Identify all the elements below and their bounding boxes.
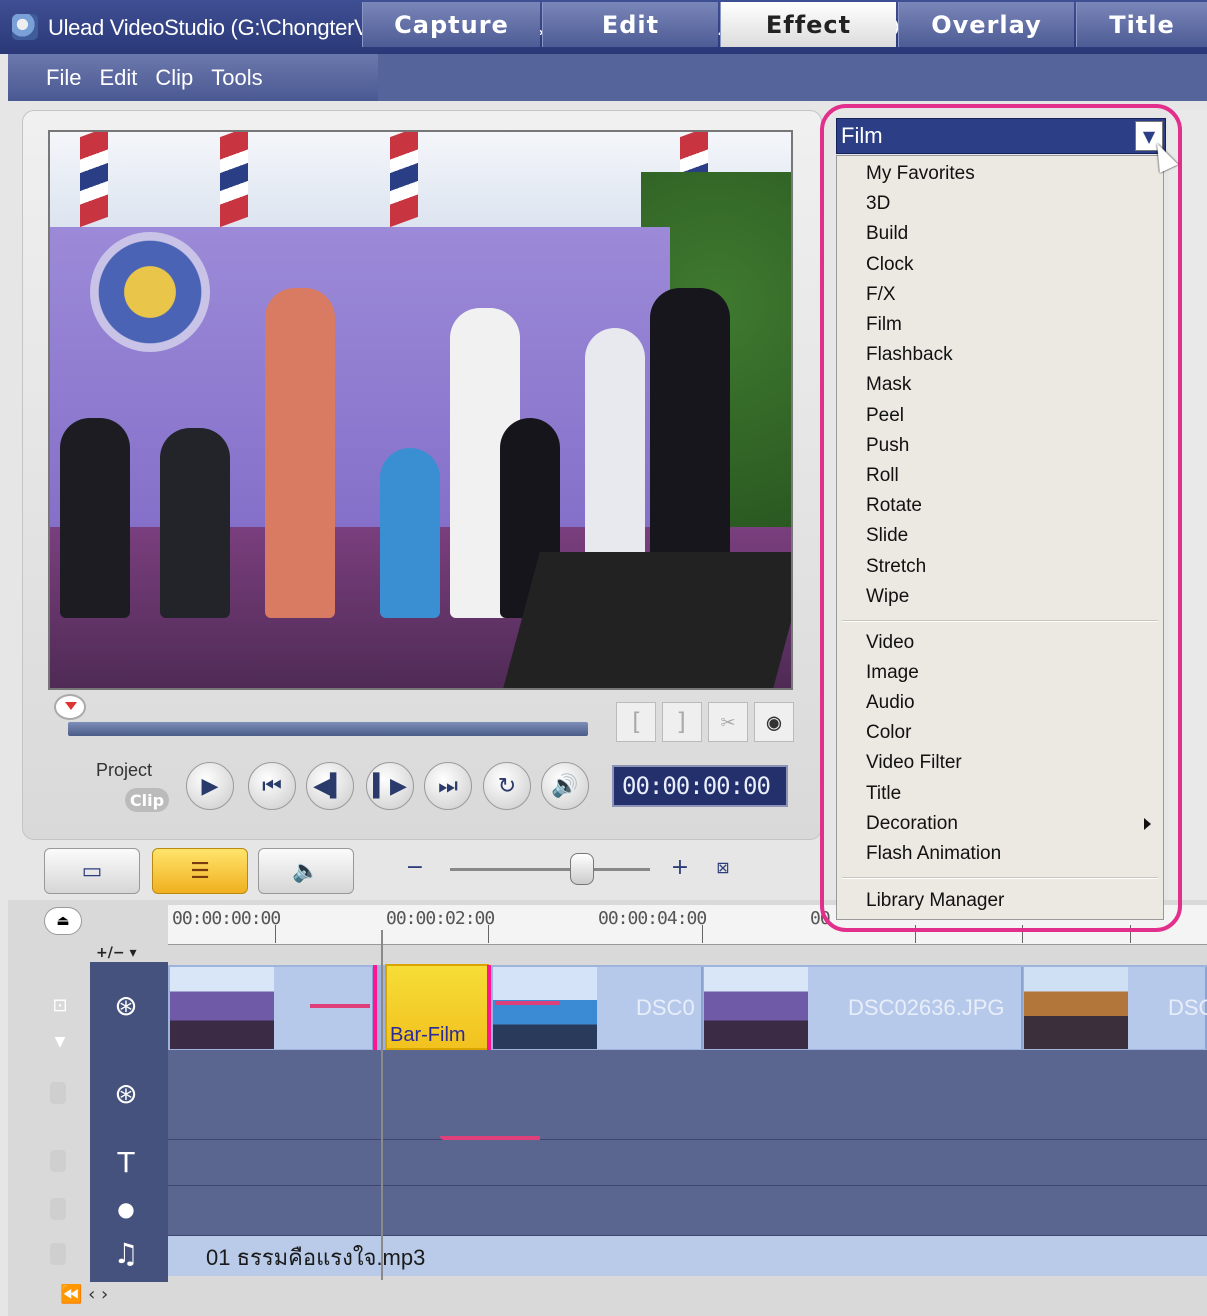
repeat-button[interactable]: ↻ [483,762,531,810]
storyboard-view-button[interactable]: ▭ [44,848,140,894]
person-figure [60,418,130,618]
emblem-graphic [90,232,210,352]
clip-thumbnail[interactable] [1024,967,1128,1049]
timecode-display[interactable]: 00:00:00:00 [612,765,788,807]
storyboard-icon: ▭ [81,858,103,884]
timeline-scroll-controls[interactable]: ⏪ ‹ › [60,1284,108,1305]
zoom-out-icon[interactable]: − [400,852,430,882]
end-icon: ⏭ [438,773,458,799]
lock-icon[interactable] [50,1150,66,1172]
zoom-slider-track[interactable] [450,868,650,871]
volume-button[interactable]: 🔊 [541,762,589,810]
ruler-tick [275,925,276,943]
menu-edit[interactable]: Edit [99,65,137,91]
flag-graphic [80,132,108,228]
clip-name: DSC0 [636,995,695,1020]
lock-icon[interactable] [50,1082,66,1104]
arrow-right-icon [495,1001,560,1005]
tab-effect[interactable]: Effect [720,2,896,47]
flag-graphic [220,132,248,228]
repeat-icon: ↻ [497,773,517,799]
tab-overlay[interactable]: Overlay [898,2,1074,47]
person-figure [160,428,230,618]
mode-project-label[interactable]: Project [96,760,152,781]
next-frame-button[interactable]: ▍▶ [366,762,414,810]
play-icon: ▶ [201,773,219,799]
ruler-label: 00:00:02:00 [386,908,495,929]
scrubber-bar[interactable] [68,722,588,736]
transition-label: Bar-Film [390,1024,466,1046]
highlight-annotation [820,104,1182,932]
tab-edit[interactable]: Edit [542,2,718,47]
menu-bar: File Edit Clip Tools [8,54,1207,101]
enlarge-preview-button[interactable]: ◉ [754,702,794,742]
tab-capture[interactable]: Capture [362,2,540,47]
clip-thumbnail[interactable] [170,967,274,1049]
title-track[interactable] [168,1140,1207,1186]
eject-button[interactable]: ⏏ [44,907,82,935]
ruler-tick [488,925,489,943]
ruler-label: 00:00:04:00 [598,908,707,929]
menu-clip[interactable]: Clip [155,65,193,91]
next-frame-icon: ▍▶ [373,773,407,799]
flag-graphic [390,132,418,228]
voice-track[interactable] [168,1186,1207,1236]
play-button[interactable]: ▶ [186,762,234,810]
preview-window [48,130,793,690]
menu-file[interactable]: File [46,65,81,91]
expand-track-icon[interactable]: ▼ [40,1022,80,1062]
track-manager-button[interactable]: +/− ▾ [96,945,136,961]
music-track-icon[interactable]: ♫ [104,1233,148,1273]
person-figure [265,288,335,618]
volume-icon: 🔊 [551,773,579,799]
transition-boundary-marker [487,965,491,1050]
lock-icon[interactable] [50,1198,66,1220]
audio-view-button[interactable]: 🔈 [258,848,354,894]
arrow-left-icon [310,1004,370,1008]
timeline-view-button[interactable]: ☰ [152,848,248,894]
playhead[interactable] [381,930,383,1280]
zoom-slider-thumb[interactable] [570,853,594,885]
lock-icon[interactable] [50,1243,66,1265]
speaker-icon: 🔈 [292,858,320,884]
clip-thumbnail[interactable] [493,967,597,1049]
person-figure [380,448,440,618]
mark-in-button[interactable]: [ [616,702,656,742]
menu-tools[interactable]: Tools [211,65,262,91]
fit-project-icon[interactable]: ⊠ [708,852,738,882]
zoom-in-icon[interactable]: + [665,852,695,882]
ruler-label: 00:00:00:00 [172,908,281,929]
app-window: Ulead VideoStudio (G:\ChongterVideo\2008… [0,0,1207,1316]
tab-title[interactable]: Title [1076,2,1207,47]
mode-clip-button[interactable]: Clip [125,788,169,812]
overlay-track[interactable] [168,1050,1207,1140]
clip-thumbnail[interactable] [704,967,808,1049]
previous-frame-icon: ◀▍ [313,773,347,799]
previous-frame-button[interactable]: ◀▍ [306,762,354,810]
title-track-icon[interactable]: T [104,1142,148,1182]
scrub-marker-icon[interactable] [54,694,86,720]
video-track-icon[interactable]: ⊛ [104,985,148,1025]
insert-track-icon[interactable]: ⊡ [40,985,80,1025]
speaker-box [502,552,791,688]
music-clip-label: 01 ธรรมคือแรงใจ.mp3 [206,1245,426,1270]
menu-group: File Edit Clip Tools [8,54,378,101]
mark-out-button[interactable]: ] [662,702,702,742]
video-clip[interactable] [274,967,374,1049]
home-button[interactable]: ⏮ [248,762,296,810]
ruler-tick [702,925,703,943]
transition-boundary-marker [373,965,377,1050]
overlay-track-icon[interactable]: ⊛ [104,1073,148,1113]
end-button[interactable]: ⏭ [424,762,472,810]
timeline-icon: ☰ [190,858,210,884]
voice-track-icon[interactable]: ● [104,1189,148,1229]
app-logo-icon [12,14,38,40]
home-icon: ⏮ [262,773,282,799]
clip-name: DSC [1168,995,1207,1020]
pointer-curve-icon [440,1136,540,1140]
eject-icon: ⏏ [56,913,70,929]
clip-name: DSC02636.JPG [848,995,1005,1020]
cut-clip-button[interactable]: ✂ [708,702,748,742]
